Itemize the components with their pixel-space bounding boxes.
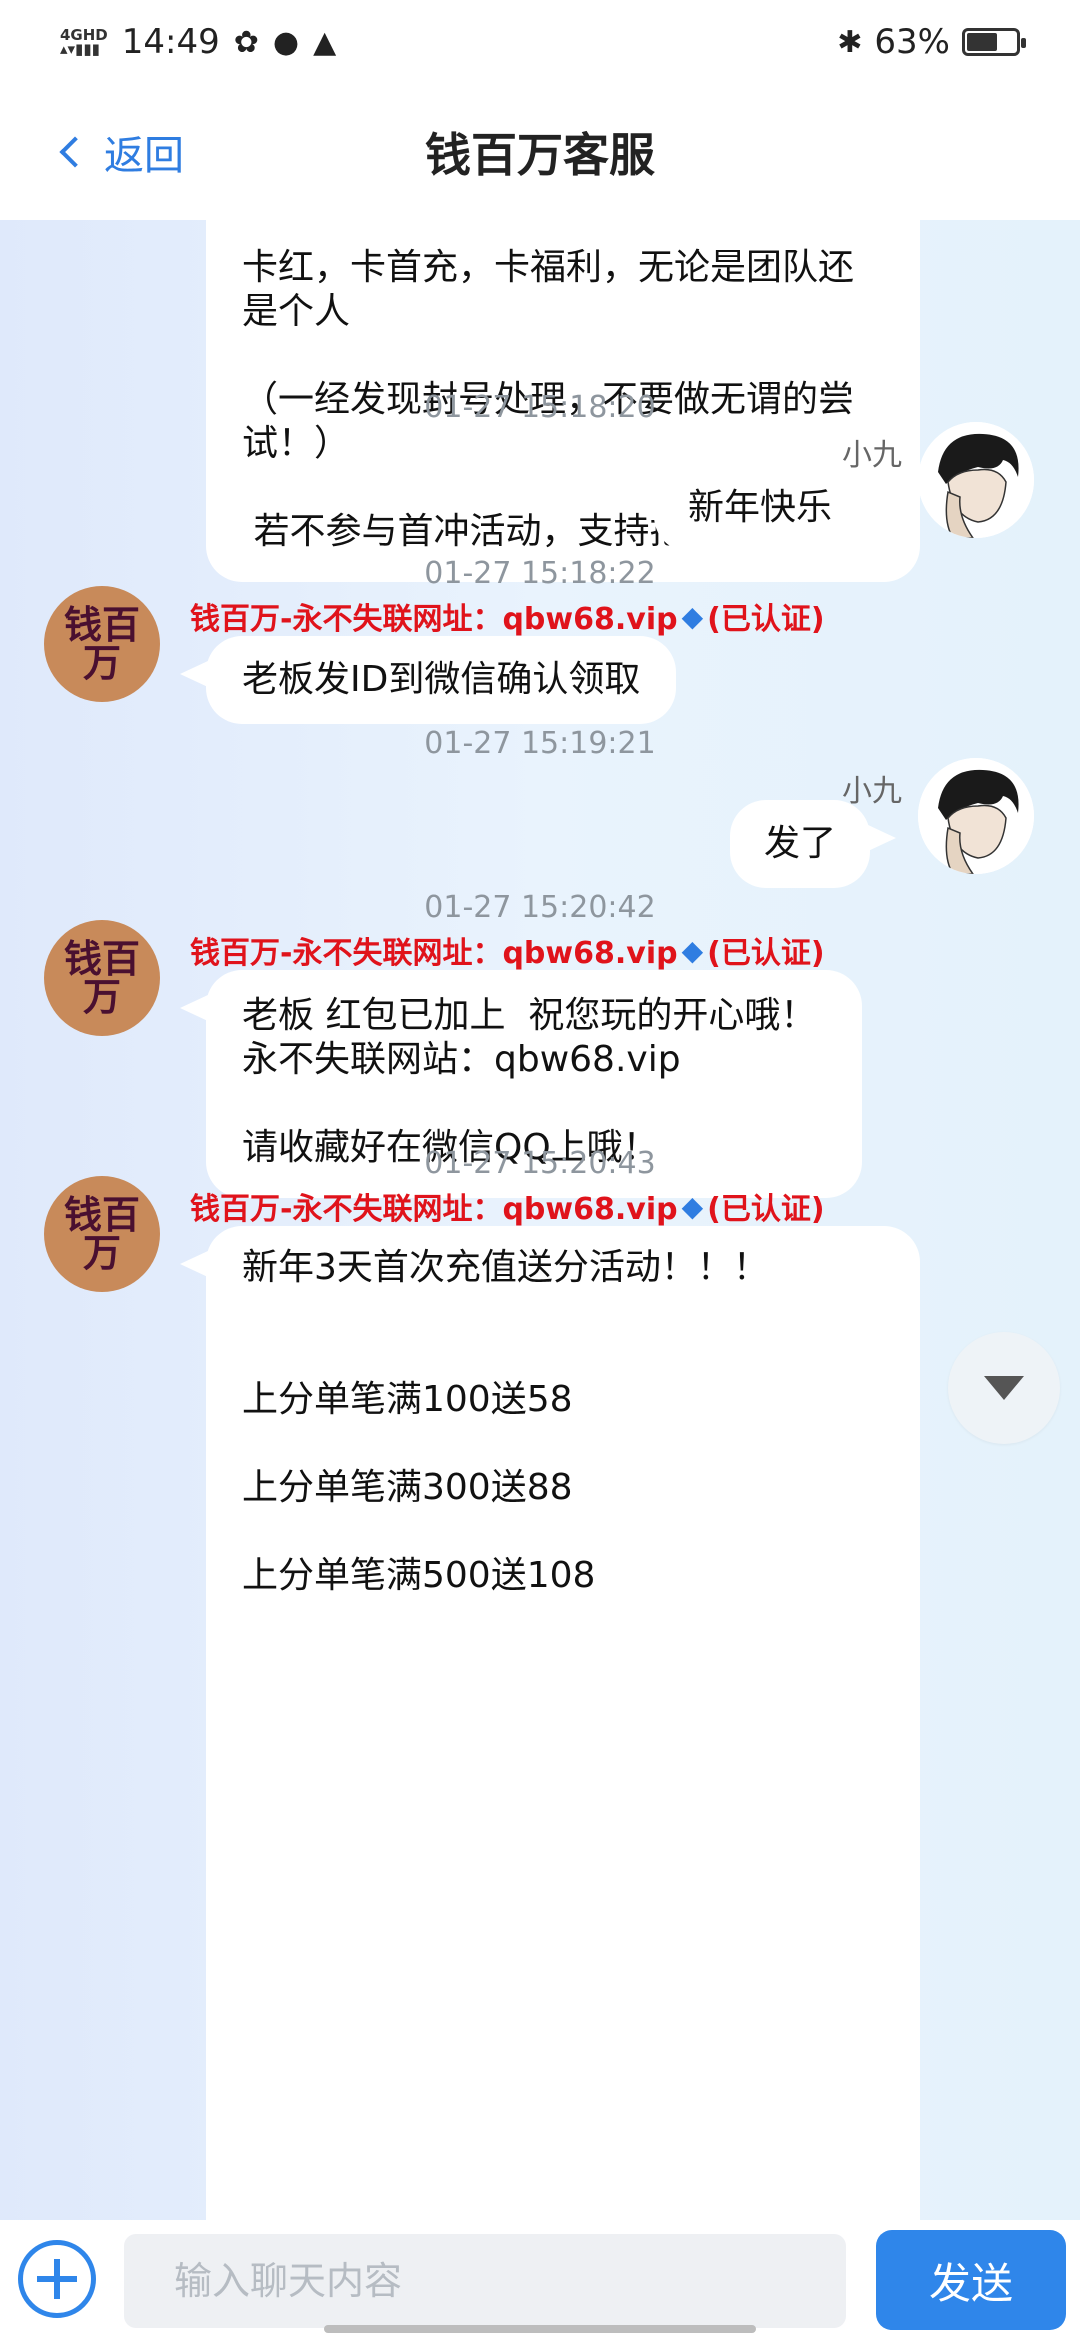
plus-icon bbox=[37, 2259, 77, 2299]
warning-icon: ▲ bbox=[313, 24, 337, 60]
timestamp: 01-27 15:18:20 bbox=[424, 390, 656, 425]
message-icon: ● bbox=[272, 24, 300, 60]
diamond-icon: ◆ bbox=[681, 1189, 704, 1223]
timestamp: 01-27 15:18:22 bbox=[424, 556, 656, 591]
bot-avatar[interactable]: 钱百万 bbox=[44, 1176, 160, 1292]
sender-name-text: 钱百万-永不失联网址：qbw68.vip bbox=[190, 602, 678, 637]
diamond-icon: ◆ bbox=[681, 599, 704, 633]
signal-icon: ▴▾▮▮▮ bbox=[60, 40, 100, 58]
sender-name-text: 钱百万-永不失联网址：qbw68.vip bbox=[190, 936, 678, 971]
message-text: 新年3天首次充值送分活动！！！ 上分单笔满100送58 上分单笔满300送88 上分单… bbox=[242, 1246, 884, 1598]
input-bar: 发送 bbox=[0, 2220, 1080, 2340]
back-button[interactable]: 返回 bbox=[56, 84, 184, 220]
sender-name-user: 小九 bbox=[842, 438, 902, 473]
timestamp: 01-27 15:20:43 bbox=[424, 1146, 656, 1181]
message-line: 卡红，卡首充，卡福利，无论是团队还 bbox=[242, 247, 855, 288]
add-button[interactable] bbox=[18, 2240, 96, 2318]
message-bubble-bot: 老板发ID到微信确认领取 bbox=[179, 636, 677, 724]
bot-avatar[interactable]: 钱百万 bbox=[44, 920, 160, 1036]
user-avatar[interactable] bbox=[918, 758, 1034, 874]
chat-area[interactable]: 卡红，卡首充，卡福利，无论是团队还 是个人 （一经发现封号处理，不要做无谓的尝 试！）… bbox=[0, 220, 1080, 2220]
user-avatar-illustration bbox=[918, 758, 1034, 874]
triangle-down-icon bbox=[984, 1376, 1024, 1400]
sender-name-bot: 钱百万-永不失联网址：qbw68.vip ◆ (已认证) bbox=[190, 594, 825, 638]
message-text: 新年快乐 bbox=[688, 487, 833, 528]
message-line: 新年3天首次充值送分活动！！！ bbox=[242, 1247, 769, 1288]
verified-label: (已认证) bbox=[707, 602, 825, 637]
home-indicator[interactable] bbox=[324, 2325, 756, 2333]
message-bubble-bot: 新年3天首次充值送分活动！！！ 上分单笔满100送58 上分单笔满300送88 上分单… bbox=[180, 1226, 920, 2220]
chevron-left-icon bbox=[59, 136, 91, 168]
message-line: 老板 红包已加上 祝您玩的开心哦！ bbox=[242, 995, 817, 1036]
status-right: ✱ 63% bbox=[837, 22, 1026, 62]
battery-icon bbox=[962, 28, 1026, 56]
timestamp: 01-27 15:20:42 bbox=[424, 890, 656, 925]
wechat-icon: ✿ bbox=[233, 24, 259, 60]
avatar-text: 钱百万 bbox=[63, 936, 140, 1019]
message-line: 上分单笔满500送108 bbox=[242, 1555, 596, 1596]
message-line: 是个人 bbox=[242, 291, 351, 332]
verified-label: (已认证) bbox=[707, 1192, 825, 1227]
message-input[interactable] bbox=[124, 2234, 846, 2328]
timestamp: 01-27 15:19:21 bbox=[424, 726, 656, 761]
sender-name-bot: 钱百万-永不失联网址：qbw68.vip ◆ (已认证) bbox=[190, 928, 825, 972]
bluetooth-icon: ✱ bbox=[837, 24, 863, 60]
back-label: 返回 bbox=[104, 133, 184, 179]
message-line: 永不失联网站：qbw68.vip bbox=[242, 1039, 681, 1080]
bot-avatar[interactable]: 钱百万 bbox=[44, 586, 160, 702]
clock: 14:49 bbox=[121, 22, 220, 62]
message-bubble-user: 新年快乐 bbox=[654, 464, 893, 552]
battery-percent: 63% bbox=[874, 22, 950, 62]
message-line: 试！） bbox=[242, 423, 351, 464]
message-text: 发了 bbox=[764, 823, 837, 864]
battery-fill bbox=[967, 33, 998, 51]
diamond-icon: ◆ bbox=[681, 933, 704, 967]
message-text: 老板发ID到微信确认领取 bbox=[242, 659, 641, 700]
status-left: 4GHD ▴▾▮▮▮ 14:49 ✿ ● ▲ bbox=[60, 22, 336, 62]
chat-header: 返回 钱百万客服 bbox=[0, 84, 1080, 220]
message-line: 上分单笔满100送58 bbox=[242, 1379, 573, 1420]
send-button[interactable]: 发送 bbox=[876, 2230, 1066, 2330]
message-text: 老板 红包已加上 祝您玩的开心哦！ 永不失联网站：qbw68.vip 请收藏好在微信… bbox=[242, 994, 826, 1170]
sender-name-bot: 钱百万-永不失联网址：qbw68.vip ◆ (已认证) bbox=[190, 1184, 825, 1228]
message-bubble-user: 发了 bbox=[730, 800, 897, 888]
sender-name-text: 钱百万-永不失联网址：qbw68.vip bbox=[190, 1192, 678, 1227]
scroll-to-bottom-button[interactable] bbox=[948, 1332, 1060, 1444]
avatar-text: 钱百万 bbox=[63, 1192, 140, 1275]
message-line: 上分单笔满300送88 bbox=[242, 1467, 573, 1508]
network-indicator: 4GHD ▴▾▮▮▮ bbox=[60, 28, 108, 58]
user-avatar[interactable] bbox=[918, 422, 1034, 538]
user-avatar-illustration bbox=[918, 422, 1034, 538]
status-bar: 4GHD ▴▾▮▮▮ 14:49 ✿ ● ▲ ✱ 63% bbox=[0, 0, 1080, 84]
page-title: 钱百万客服 bbox=[425, 128, 655, 182]
avatar-text: 钱百万 bbox=[63, 602, 140, 685]
verified-label: (已认证) bbox=[707, 936, 825, 971]
